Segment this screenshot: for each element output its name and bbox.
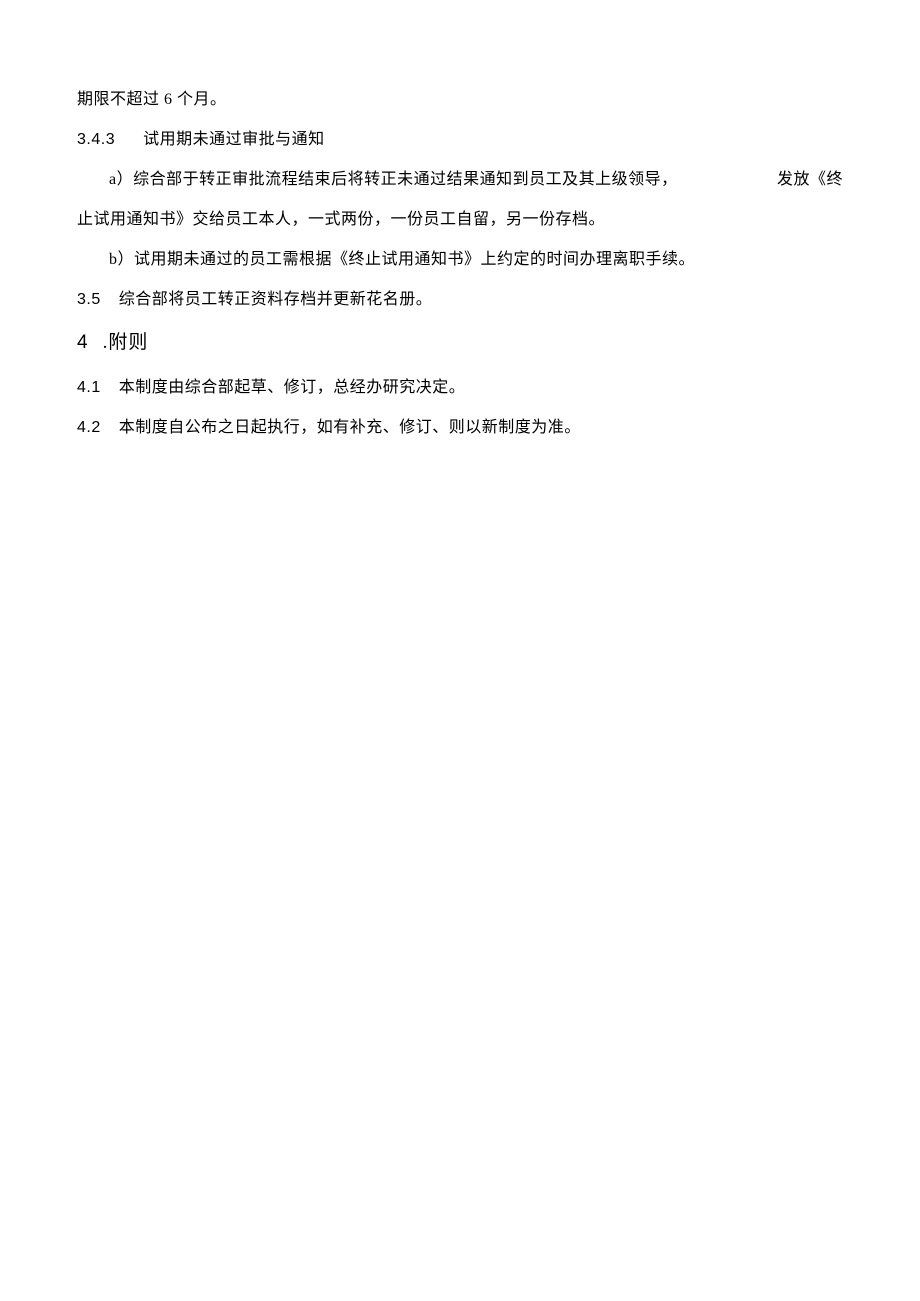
paragraph-continuation: 期限不超过 6 个月。 <box>77 88 843 112</box>
item-text: 试用期未通过审批与通知 <box>143 128 325 152</box>
text-right: 发放《终 <box>777 168 843 192</box>
sub-item-a-line1: a）综合部于转正审批流程结束后将转正未通过结果通知到员工及其上级领导， 发放《终 <box>77 168 843 192</box>
item-text: 本制度自公布之日起执行，如有补充、修订、则以新制度为准。 <box>119 416 581 440</box>
item-number: 4.1 <box>77 376 101 400</box>
text-line: b）试用期未通过的员工需根据《终止试用通知书》上约定的时间办理离职手续。 <box>109 251 695 268</box>
text-left: a）综合部于转正审批流程结束后将转正未通过结果通知到员工及其上级领导， <box>77 168 678 192</box>
item-4-2: 4.2 本制度自公布之日起执行，如有补充、修订、则以新制度为准。 <box>77 416 843 440</box>
document-content: 期限不超过 6 个月。 3.4.3 试用期未通过审批与通知 a）综合部于转正审批… <box>0 0 920 440</box>
item-3-5: 3.5 综合部将员工转正资料存档并更新花名册。 <box>77 288 843 312</box>
item-text: 综合部将员工转正资料存档并更新花名册。 <box>119 288 433 312</box>
sub-item-a-line2: 止试用通知书》交给员工本人，一式两份，一份员工自留，另一份存档。 <box>77 208 843 232</box>
item-number: 3.4.3 <box>77 128 115 152</box>
text-line: 期限不超过 6 个月。 <box>77 91 227 108</box>
item-4-1: 4.1 本制度由综合部起草、修订，总经办研究决定。 <box>77 376 843 400</box>
item-text: 本制度由综合部起草、修订，总经办研究决定。 <box>119 376 466 400</box>
section-4-heading: 4 .附则 <box>77 328 843 358</box>
item-number: 3.5 <box>77 288 101 312</box>
sub-item-b: b）试用期未通过的员工需根据《终止试用通知书》上约定的时间办理离职手续。 <box>77 248 843 272</box>
section-title: .附则 <box>103 328 149 358</box>
item-number: 4.2 <box>77 416 101 440</box>
item-3-4-3: 3.4.3 试用期未通过审批与通知 <box>77 128 843 152</box>
section-number: 4 <box>77 328 89 358</box>
text-line: 止试用通知书》交给员工本人，一式两份，一份员工自留，另一份存档。 <box>77 211 605 228</box>
